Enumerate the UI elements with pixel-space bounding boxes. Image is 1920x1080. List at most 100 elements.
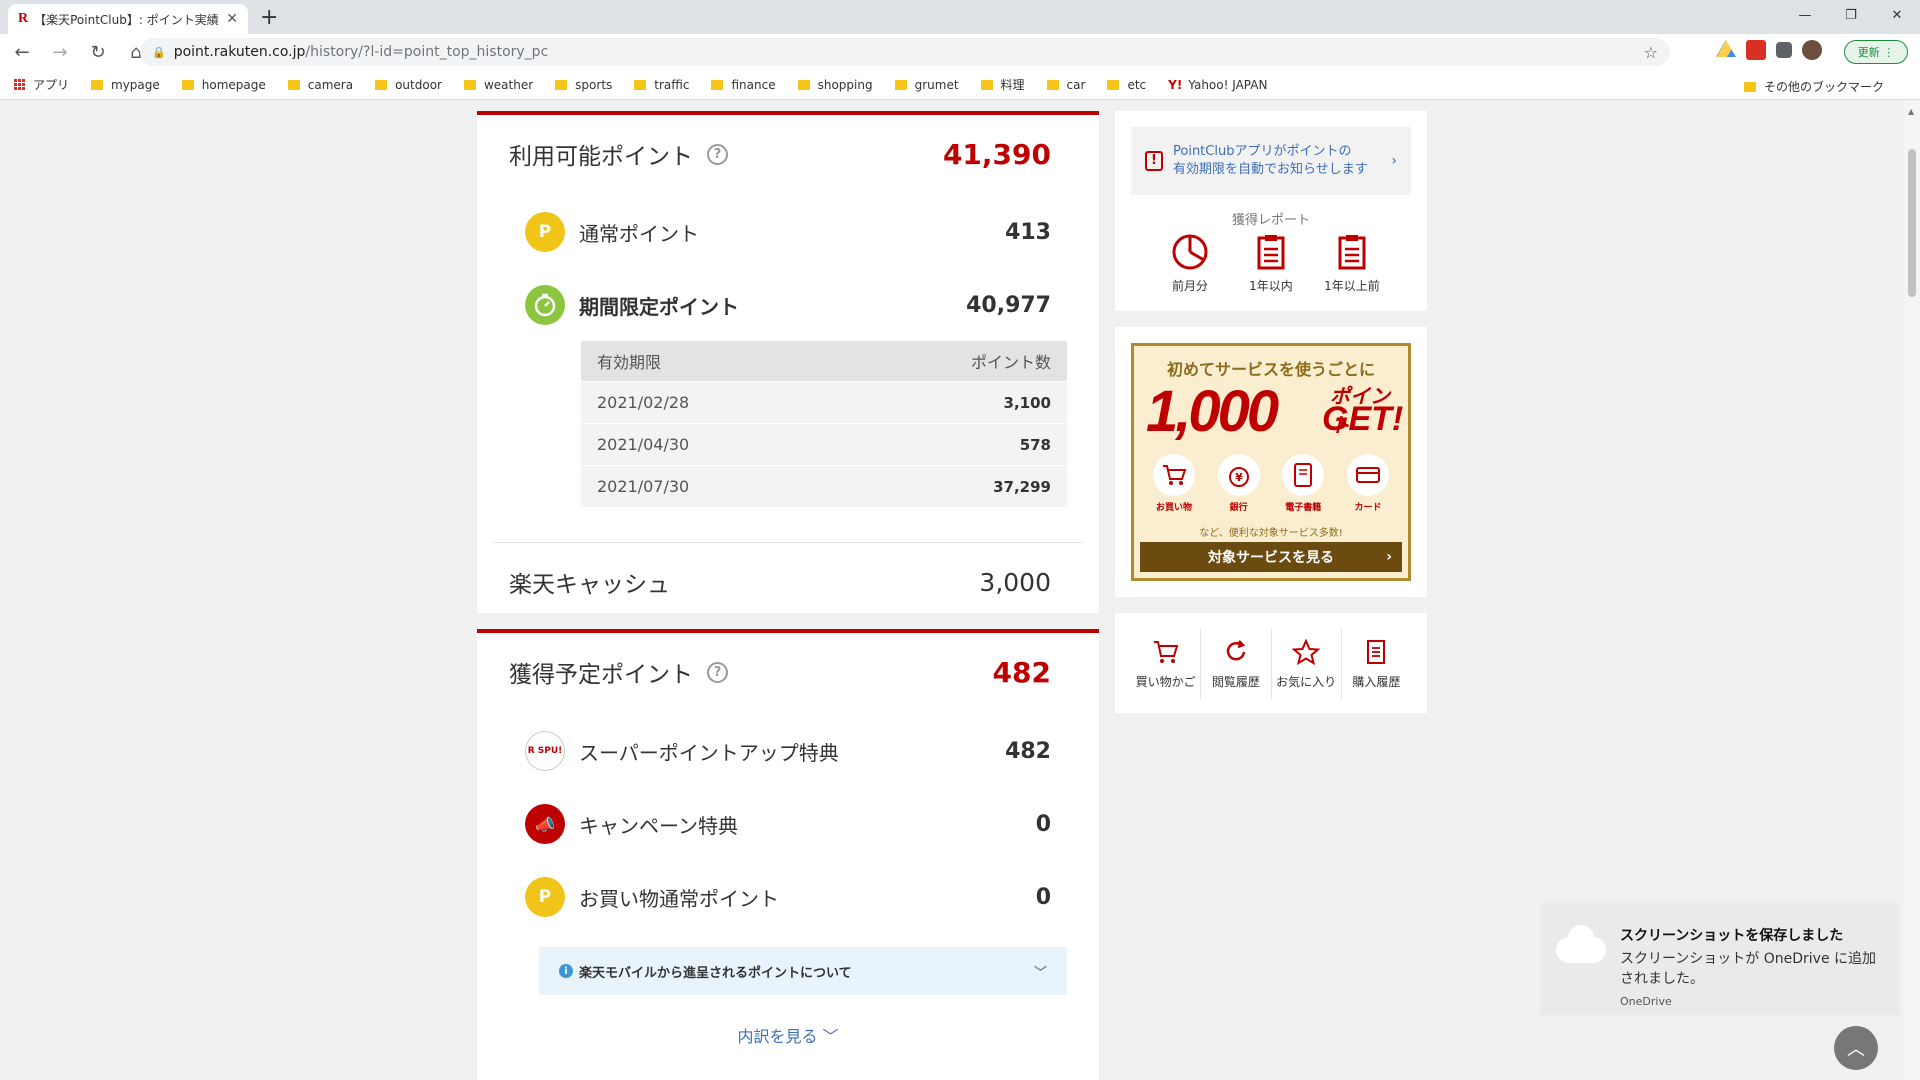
puzzle-extensions-icon[interactable] bbox=[1776, 42, 1792, 58]
folder-icon bbox=[287, 79, 300, 90]
star-icon bbox=[1292, 638, 1321, 665]
profile-avatar[interactable] bbox=[1802, 40, 1822, 60]
restore-button[interactable]: ❐ bbox=[1828, 0, 1874, 30]
list-item: P お買い物通常ポイント 0 bbox=[525, 876, 1051, 918]
update-button[interactable]: 更新 ⋮ bbox=[1844, 40, 1908, 64]
pending-points-card: 獲得予定ポイント ? 482 R SPU! スーパーポイントアップ特典 482 … bbox=[477, 629, 1099, 1080]
onedrive-toast[interactable]: スクリーンショットを保存しました スクリーンショットが OneDrive に追加… bbox=[1540, 903, 1900, 1015]
close-tab-icon[interactable]: ✕ bbox=[226, 11, 238, 27]
rakuten-cash-row: 楽天キャッシュ 3,000 bbox=[509, 565, 1051, 599]
forward-arrow-icon[interactable]: → bbox=[44, 42, 76, 63]
svg-text:¥: ¥ bbox=[1235, 471, 1243, 484]
bookmark-folder[interactable]: camera bbox=[287, 78, 353, 92]
address-bar[interactable]: 🔒 point.rakuten.co.jp /history/?l-id=poi… bbox=[140, 38, 1670, 66]
app-notice-line: 有効期限を自動でお知らせします bbox=[1173, 162, 1368, 177]
quick-link-favorites[interactable]: お気に入り bbox=[1272, 629, 1342, 699]
report-title: 獲得レポート bbox=[1231, 213, 1310, 228]
pending-item-value: 0 bbox=[1035, 884, 1051, 910]
bookmark-folder[interactable]: weather bbox=[463, 78, 533, 92]
scroll-thumb[interactable] bbox=[1908, 149, 1916, 297]
report-last-month[interactable]: 前月分 bbox=[1155, 233, 1225, 294]
view-services-button[interactable]: 対象サービスを見る › bbox=[1140, 542, 1402, 572]
quick-link-cart[interactable]: 買い物かご bbox=[1131, 629, 1202, 699]
quick-link-purchases[interactable]: 購入履歴 bbox=[1342, 629, 1411, 699]
normal-points-row: P 通常ポイント 413 bbox=[525, 211, 1051, 253]
yahoo-icon: Y! bbox=[1168, 77, 1183, 92]
banner-service: 電子書籍 bbox=[1273, 454, 1333, 513]
rakuten-mobile-info-accordion[interactable]: i 楽天モバイルから進呈されるポイントについて ﹀ bbox=[539, 947, 1067, 995]
bookmark-yahoo[interactable]: Y! Yahoo! JAPAN bbox=[1168, 78, 1267, 92]
view-breakdown-link[interactable]: 内訳を見る ﹀ bbox=[477, 1023, 1099, 1047]
report-over-year[interactable]: 1年以上前 bbox=[1317, 233, 1387, 294]
banner-service-label: 電子書籍 bbox=[1285, 503, 1322, 513]
quick-link-history[interactable]: 閲覧履歴 bbox=[1201, 629, 1272, 699]
close-window-button[interactable]: ✕ bbox=[1874, 0, 1920, 30]
bookmark-folder[interactable]: outdoor bbox=[375, 78, 442, 92]
bookmark-folder[interactable]: shopping bbox=[797, 78, 873, 92]
pending-item-label: スーパーポイントアップ特典 bbox=[579, 740, 839, 765]
bookmark-folder[interactable]: traffic bbox=[634, 78, 689, 92]
folder-icon bbox=[797, 79, 810, 90]
expiration-date: 2021/02/28 bbox=[597, 393, 690, 412]
help-icon[interactable]: ? bbox=[707, 661, 728, 683]
folder-icon bbox=[1046, 79, 1059, 90]
available-points-header: 利用可能ポイント ? 41,390 bbox=[509, 137, 1051, 171]
bookmark-star-icon[interactable]: ☆ bbox=[1644, 43, 1658, 62]
ebook-icon bbox=[1282, 454, 1325, 496]
update-label: 更新 bbox=[1857, 46, 1880, 59]
page-scrollbar[interactable]: ▲ bbox=[1904, 101, 1920, 1080]
pdf-extension-icon[interactable] bbox=[1746, 40, 1766, 60]
bookmark-folder[interactable]: car bbox=[1046, 77, 1086, 92]
timer-icon bbox=[525, 285, 565, 325]
normal-points-label: 通常ポイント bbox=[579, 221, 699, 246]
bookmark-folder[interactable]: finance bbox=[711, 77, 776, 92]
table-row: 2021/04/30 578 bbox=[581, 423, 1067, 465]
banner-service-label: 銀行 bbox=[1229, 503, 1248, 513]
rakuten-favicon-icon: R bbox=[18, 11, 29, 26]
bookmark-folder[interactable]: etc bbox=[1107, 78, 1146, 92]
quick-link-label: 購入履歴 bbox=[1352, 674, 1401, 689]
bookmark-label: grumet bbox=[914, 77, 959, 92]
bookmark-label: Yahoo! JAPAN bbox=[1188, 77, 1268, 92]
tab-strip: R 【楽天PointClub】: ポイント実績 ✕ + — ❐ ✕ bbox=[0, 0, 1920, 34]
info-icon: i bbox=[559, 964, 573, 978]
report-card: ! PointClubアプリがポイントの 有効期限を自動でお知らせします › 獲… bbox=[1115, 111, 1427, 311]
minimize-button[interactable]: — bbox=[1782, 0, 1828, 30]
banner-note: など、便利な対象サービス多数! bbox=[1199, 528, 1343, 539]
bookmark-label: finance bbox=[731, 77, 776, 92]
help-icon[interactable]: ? bbox=[707, 143, 728, 165]
bookmark-folder[interactable]: grumet bbox=[894, 77, 959, 92]
bookmark-folder[interactable]: 料理 bbox=[980, 76, 1025, 93]
lock-icon[interactable]: 🔒 bbox=[152, 46, 166, 59]
back-arrow-icon[interactable]: ← bbox=[6, 42, 38, 63]
reload-icon[interactable]: ↻ bbox=[82, 42, 114, 63]
google-drive-icon[interactable] bbox=[1716, 40, 1736, 57]
shopping-cart-icon bbox=[1153, 640, 1178, 663]
spu-icon: R SPU! bbox=[525, 731, 565, 771]
report-label: 1年以内 bbox=[1249, 279, 1293, 293]
toast-app-name: OneDrive bbox=[1620, 995, 1672, 1008]
bookmark-folder[interactable]: mypage bbox=[91, 78, 160, 92]
clipboard-icon bbox=[1257, 235, 1285, 270]
promo-banner[interactable]: 初めてサービスを使うごとに 1,000 ポイント GET! お買い物 ¥ 銀行 電… bbox=[1131, 343, 1411, 581]
banner-service-icons: お買い物 ¥ 銀行 電子書籍 カード bbox=[1144, 454, 1398, 513]
new-tab-button[interactable]: + bbox=[260, 5, 278, 30]
extension-icons bbox=[1716, 40, 1822, 60]
other-bookmarks[interactable]: その他のブックマーク bbox=[1743, 78, 1884, 95]
limited-points-label: 期間限定ポイント bbox=[579, 294, 739, 319]
quick-links-card: 買い物かご 閲覧履歴 お気に入り 購入履歴 bbox=[1115, 613, 1427, 713]
bookmark-folder[interactable]: sports bbox=[555, 78, 612, 92]
chevron-right-icon: › bbox=[1391, 153, 1397, 169]
bookmark-folder[interactable]: homepage bbox=[181, 78, 266, 92]
bookmark-apps[interactable]: アプリ bbox=[14, 76, 69, 93]
available-points-total: 41,390 bbox=[942, 137, 1051, 171]
bookmark-label: car bbox=[1066, 77, 1086, 92]
scroll-up-arrow-icon[interactable]: ▲ bbox=[1908, 107, 1914, 116]
url-path: /history/?l-id=point_top_history_pc bbox=[305, 44, 549, 60]
shopping-cart-icon bbox=[1153, 454, 1195, 496]
report-within-year[interactable]: 1年以内 bbox=[1236, 233, 1306, 294]
browser-tab[interactable]: R 【楽天PointClub】: ポイント実績 ✕ bbox=[8, 4, 248, 34]
folder-icon bbox=[1107, 79, 1120, 90]
scroll-to-top-button[interactable]: ︿ bbox=[1834, 1026, 1878, 1070]
app-notice-link[interactable]: ! PointClubアプリがポイントの 有効期限を自動でお知らせします › bbox=[1131, 127, 1411, 195]
